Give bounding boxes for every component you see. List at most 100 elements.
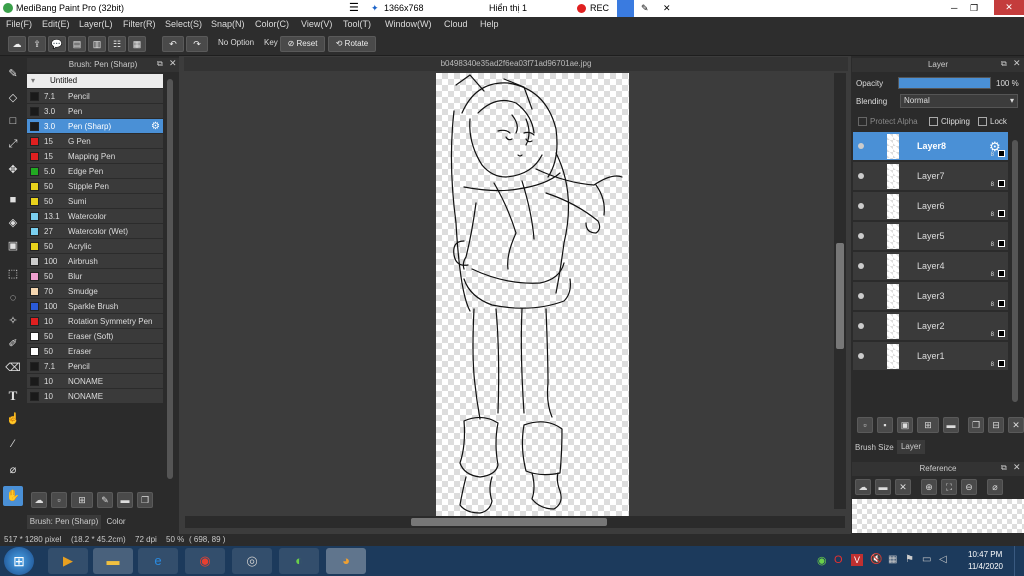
canvas-vscroll-thumb[interactable] [836,243,844,349]
undo-icon[interactable]: ↶ [162,36,184,52]
menu-layer[interactable]: Layer(L) [79,19,113,29]
brush-item[interactable]: 50 Acrylic [27,239,163,254]
clipping-checkbox[interactable] [929,117,938,126]
menu-cloud[interactable]: Cloud [444,19,468,29]
brush-item[interactable]: 27 Watercolor (Wet) [27,224,163,239]
brush-cloud-icon[interactable]: ☁ [31,492,47,508]
layer-undock-icon[interactable]: ⧉ [1001,59,1007,69]
show-desktop-button[interactable] [1014,546,1024,576]
vector-tool-icon[interactable]: ⤢ [3,134,23,154]
select-eraser-tool-icon[interactable]: ⌫ [3,358,23,378]
message-icon[interactable]: ▤ [68,36,86,52]
layer-settings-gear-icon[interactable]: ⚙ [989,139,1001,155]
reset-button[interactable]: ⊘ Reset [280,36,325,52]
zoom-in-icon[interactable]: ⊕ [921,479,937,495]
pin-icon[interactable]: ✦ [371,3,379,14]
tray-sound-icon[interactable]: 🔇 [870,554,882,565]
brush-item[interactable]: 70 Smudge [27,284,163,299]
brush-folder-icon[interactable]: ▬ [117,492,133,508]
layer-panel-close-icon[interactable]: ✕ [1013,58,1021,69]
menu-window[interactable]: Window(W) [385,19,432,29]
visibility-eye-icon[interactable] [858,263,864,269]
file-explorer-icon[interactable]: ▬ [93,548,133,574]
brush-edit-icon[interactable]: ✎ [97,492,113,508]
canvas-vertical-scrollbar[interactable] [834,73,846,509]
layer-add-icon[interactable]: ⊞ [917,417,939,433]
brush-item[interactable]: 100 Airbrush [27,254,163,269]
layer-row[interactable]: Layer1 8 [853,342,1008,371]
tray-flag-icon[interactable]: ⚑ [905,554,914,565]
undock-icon[interactable]: ⧉ [157,59,163,69]
internet-explorer-icon[interactable]: e [138,548,178,574]
brush-item[interactable]: 10 NONAME [27,389,163,404]
tab-layer[interactable]: Layer [897,440,925,454]
document-icon[interactable]: ▥ [88,36,106,52]
reference-eyedropper-icon[interactable]: ⌀ [987,479,1003,495]
tray-network-icon[interactable]: ▦ [888,554,897,565]
media-player-icon[interactable]: ▶ [48,548,88,574]
brush-tool-icon[interactable]: ✎ [3,64,23,84]
menu-help[interactable]: Help [480,19,499,29]
eraser-tool-icon[interactable]: ◇ [3,88,23,108]
grid-icon[interactable]: ▦ [128,36,146,52]
eyedropper-tool-icon[interactable]: ⌀ [3,460,23,480]
share-icon[interactable]: ⇪ [28,36,46,52]
layer-folder-icon[interactable]: ▬ [943,417,959,433]
brush-item[interactable]: 50 Blur [27,269,163,284]
brush-item[interactable]: 5.0 Edge Pen [27,164,163,179]
brush-item[interactable]: 10 NONAME [27,374,163,389]
brush-group-header[interactable]: ▾ Untitled [27,74,163,88]
record-icon[interactable] [577,4,586,13]
fill-rect-tool-icon[interactable]: ■ [3,190,23,210]
tray-monitor-icon[interactable]: ▭ [922,554,931,565]
tray-volume-icon[interactable]: ◁ [939,554,947,565]
protect-alpha-checkbox[interactable] [858,117,867,126]
layer-scroll-thumb[interactable] [1012,140,1018,402]
close-icon[interactable]: ✕ [994,0,1024,15]
menu-select[interactable]: Select(S) [165,19,202,29]
brush-new-icon[interactable]: ▫ [51,492,67,508]
start-button[interactable]: ⊞ [4,547,34,575]
layer-new-halftone-icon[interactable]: ▪ [877,417,893,433]
menu-tool[interactable]: Tool(T) [343,19,371,29]
layer-merge-icon[interactable]: ⊟ [988,417,1004,433]
select-rect-tool-icon[interactable]: ⬚ [3,264,23,284]
brush-item[interactable]: 13.1 Watercolor [27,209,163,224]
recorder-icon[interactable]: ◐ [279,548,319,574]
brush-item[interactable]: 50 Stipple Pen [27,179,163,194]
brush-item[interactable]: 15 Mapping Pen [27,149,163,164]
brush-panel-close-icon[interactable]: ✕ [169,58,177,69]
medibang-icon[interactable]: ◕ [326,548,366,574]
brush-item[interactable]: 3.0 Pen (Sharp) ⚙ [27,119,163,134]
tab-brush-size[interactable]: Brush Size [855,443,894,452]
tray-opera-icon[interactable]: O [834,554,843,566]
brush-item[interactable]: 7.1 Pencil [27,359,163,374]
brush-item[interactable]: 7.1 Pencil [27,89,163,104]
redo-icon[interactable]: ↷ [186,36,208,52]
visibility-eye-icon[interactable] [858,143,864,149]
menu-color[interactable]: Color(C) [255,19,289,29]
move-tool-icon[interactable]: ✥ [3,160,23,180]
layer-row[interactable]: Layer7 8 [853,162,1008,191]
reference-cloud-icon[interactable]: ☁ [855,479,871,495]
close-recorder-icon[interactable]: ✕ [663,3,671,14]
visibility-eye-icon[interactable] [858,293,864,299]
visibility-eye-icon[interactable] [858,203,864,209]
clock-date[interactable]: 11/4/2020 [968,562,1003,571]
lock-checkbox[interactable] [978,117,987,126]
reference-undock-icon[interactable]: ⧉ [1001,463,1007,473]
reference-panel-close-icon[interactable]: ✕ [1013,462,1021,473]
visibility-eye-icon[interactable] [858,173,864,179]
fit-icon[interactable]: ⛶ [941,479,957,495]
zoom-out-icon[interactable]: ⊖ [961,479,977,495]
layer-row[interactable]: Layer3 8 [853,282,1008,311]
visibility-eye-icon[interactable] [858,233,864,239]
select-pen-tool-icon[interactable]: ✐ [3,334,23,354]
gradient-tool-icon[interactable]: ▣ [3,236,23,256]
tray-v-icon[interactable]: V [851,554,863,566]
blending-select[interactable]: Normal ▾ [900,94,1018,108]
reference-close-icon[interactable]: ✕ [895,479,911,495]
brush-item[interactable]: 100 Sparkle Brush [27,299,163,314]
brush-add-icon[interactable]: ⊞ [71,492,93,508]
menu-edit[interactable]: Edit(E) [42,19,70,29]
